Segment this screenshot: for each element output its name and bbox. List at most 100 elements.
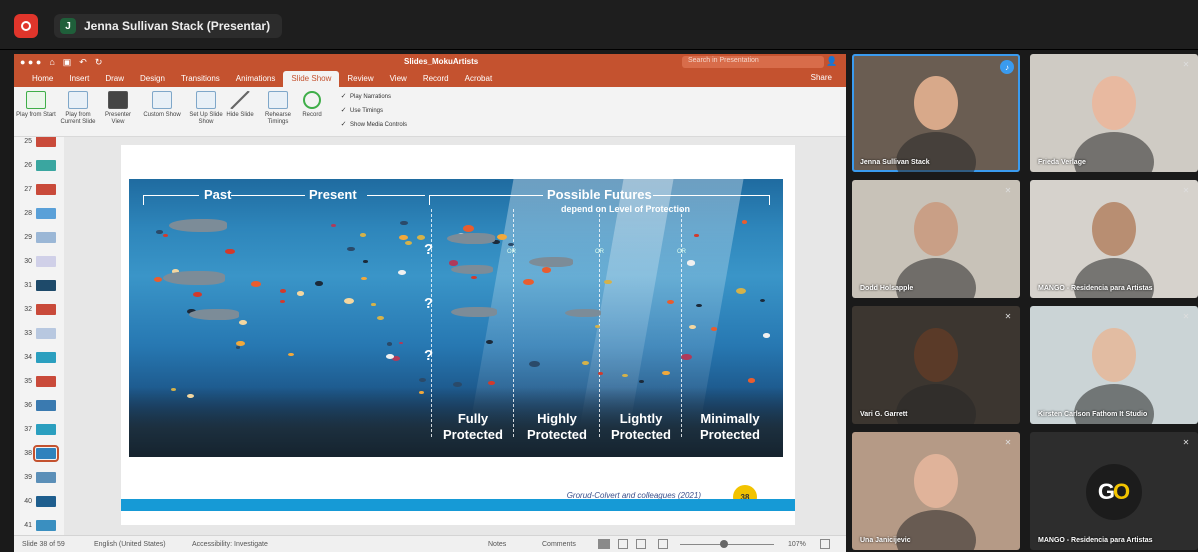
- comments-button[interactable]: Comments: [542, 541, 576, 548]
- slide-thumbnail-number: 41: [24, 521, 32, 529]
- fish-illustration: [330, 224, 336, 228]
- accessibility-status[interactable]: Accessibility: Investigate: [192, 541, 268, 548]
- undo-icon[interactable]: ↶: [79, 57, 87, 68]
- slide-thumbnail[interactable]: 39: [18, 467, 62, 487]
- slide-thumbnail[interactable]: 37: [18, 419, 62, 439]
- stop-sharing-button[interactable]: [14, 14, 38, 38]
- participant-tile[interactable]: ✕ Vari G. Garrett: [852, 306, 1020, 424]
- slide-thumbnail-image: [33, 444, 59, 462]
- slide-thumbnail-pane: 25 26 27 28 29 30 31 32 33 34 35 36 37 38 39 40 41: [14, 137, 64, 535]
- language-status[interactable]: English (United States): [94, 541, 166, 548]
- participant-tile[interactable]: ✕ Kirsten Carlson Fathom It Studio: [1030, 306, 1198, 424]
- tab-review[interactable]: Review: [339, 74, 381, 87]
- tab-draw[interactable]: Draw: [97, 74, 132, 87]
- slide-thumbnail-number: 33: [24, 329, 32, 337]
- reading-view-icon[interactable]: [636, 539, 646, 549]
- show-media-controls-checkbox[interactable]: ✓ Show Media Controls: [340, 121, 407, 128]
- zoom-level[interactable]: 107%: [788, 541, 806, 548]
- fish-illustration: [170, 388, 176, 392]
- hide-slide-button[interactable]: Hide Slide: [220, 91, 260, 119]
- window-controls[interactable]: ● ● ●: [20, 57, 41, 68]
- slide-thumbnail[interactable]: 38: [18, 443, 62, 463]
- play-from-start-button[interactable]: Play from Start: [16, 91, 56, 119]
- or-label: OR: [595, 249, 604, 255]
- participant-tile[interactable]: ✕ Una Janicijevic: [852, 432, 1020, 550]
- fish-illustration: [376, 316, 384, 321]
- redo-icon[interactable]: ↻: [95, 57, 103, 68]
- participant-video: [1092, 202, 1136, 256]
- fish-illustration: [748, 378, 756, 383]
- zoom-slider-thumb[interactable]: [720, 540, 728, 548]
- slide-thumbnail[interactable]: 33: [18, 323, 62, 343]
- slide-thumbnail[interactable]: 30: [18, 251, 62, 271]
- tab-record[interactable]: Record: [415, 74, 457, 87]
- fish-illustration: [193, 291, 202, 297]
- slide-thumbnail[interactable]: 40: [18, 491, 62, 511]
- slide-thumbnail[interactable]: 35: [18, 371, 62, 391]
- fit-slide-icon[interactable]: [820, 539, 830, 549]
- slide-thumbnail-number: 31: [24, 281, 32, 289]
- label-fully-protected: Fully Protected: [443, 411, 503, 442]
- home-icon[interactable]: ⌂: [49, 57, 54, 68]
- fish-illustration: [507, 242, 514, 247]
- slide-thumbnail[interactable]: 28: [18, 203, 62, 223]
- play-narrations-checkbox[interactable]: ✓ Play Narrations: [340, 93, 391, 100]
- tab-design[interactable]: Design: [132, 74, 173, 87]
- slide-thumbnail-image: [36, 495, 56, 507]
- account-icon[interactable]: 👤: [826, 56, 838, 68]
- tab-view[interactable]: View: [382, 74, 415, 87]
- fish-illustration: [314, 281, 323, 286]
- participant-body: [896, 258, 976, 298]
- slide-thumbnail-number: 27: [24, 185, 32, 193]
- notes-button[interactable]: Notes: [488, 541, 506, 548]
- search-input[interactable]: Search in Presentation: [682, 56, 824, 68]
- participant-body: [896, 384, 976, 424]
- participant-body: [896, 510, 976, 550]
- slide-thumbnail[interactable]: 27: [18, 179, 62, 199]
- tab-home[interactable]: Home: [24, 74, 61, 87]
- fish-illustration: [400, 220, 408, 225]
- slide-thumbnail-image: [36, 423, 56, 435]
- participant-tile[interactable]: ✕ MANGO - Residencia para Artistas: [1030, 180, 1198, 298]
- tab-transitions[interactable]: Transitions: [173, 74, 228, 87]
- fish-illustration: [741, 220, 748, 224]
- participant-tile[interactable]: ✕ Dodd Holsapple: [852, 180, 1020, 298]
- participant-body: [1074, 384, 1154, 424]
- use-timings-checkbox[interactable]: ✓ Use Timings: [340, 107, 383, 114]
- fish-illustration: [238, 319, 248, 326]
- slide-thumbnail[interactable]: 32: [18, 299, 62, 319]
- participant-tile[interactable]: ✕ Frieda Verlage: [1030, 54, 1198, 172]
- slide-thumbnail[interactable]: 31: [18, 275, 62, 295]
- normal-view-icon[interactable]: [598, 539, 610, 549]
- zoom-top-bar: J Jenna Sullivan Stack (Presentar): [0, 0, 1198, 50]
- slide-sorter-icon[interactable]: [618, 539, 628, 549]
- slide-thumbnail[interactable]: 29: [18, 227, 62, 247]
- tab-insert[interactable]: Insert: [61, 74, 97, 87]
- tab-acrobat[interactable]: Acrobat: [457, 74, 501, 87]
- tab-slide-show[interactable]: Slide Show: [283, 71, 340, 87]
- shark-illustration: [447, 233, 495, 244]
- participant-video: [1092, 328, 1136, 382]
- play-from-current-button[interactable]: Play from Current Slide: [58, 91, 98, 126]
- slide-thumbnail[interactable]: 25: [18, 137, 62, 151]
- participant-tile[interactable]: ♪ Jenna Sullivan Stack: [852, 54, 1020, 172]
- save-icon[interactable]: ▣: [63, 57, 72, 68]
- record-button[interactable]: Record: [292, 91, 332, 119]
- slideshow-view-icon[interactable]: [658, 539, 668, 549]
- slide-thumbnail[interactable]: 34: [18, 347, 62, 367]
- slide-thumbnail-number: 35: [24, 377, 32, 385]
- slide-thumbnail[interactable]: 26: [18, 155, 62, 175]
- question-mark: ?: [424, 347, 434, 364]
- slide-thumbnail[interactable]: 36: [18, 395, 62, 415]
- custom-show-button[interactable]: Custom Show: [142, 91, 182, 119]
- slide-thumbnail[interactable]: 41: [18, 515, 62, 535]
- fish-illustration: [541, 267, 551, 273]
- participant-tile[interactable]: G O ✕ MANGO - Residencia para Artistas: [1030, 432, 1198, 550]
- record-icon: [21, 21, 31, 31]
- slide-thumbnail-number: 32: [24, 305, 32, 313]
- presenter-indicator[interactable]: J Jenna Sullivan Stack (Presentar): [54, 14, 283, 38]
- tab-animations[interactable]: Animations: [228, 74, 284, 87]
- share-button[interactable]: Share: [811, 73, 832, 82]
- label-minimally-protected: Minimally Protected: [700, 411, 760, 442]
- presenter-view-button[interactable]: Presenter View: [98, 91, 138, 126]
